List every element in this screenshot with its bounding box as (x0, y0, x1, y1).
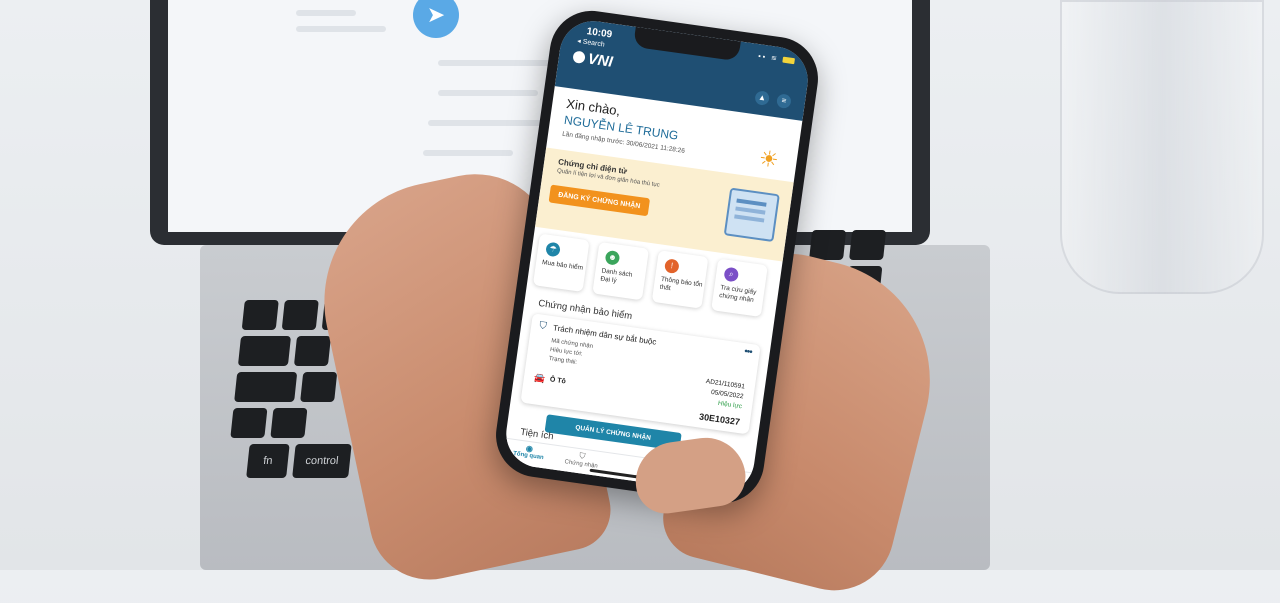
alert-icon: ! (663, 258, 680, 275)
battery-icon (782, 56, 795, 65)
license-plate: 30E10327 (698, 411, 741, 428)
sun-icon: ☀ (757, 145, 781, 173)
vni-logo: VNI (572, 48, 614, 71)
agent-icon: ☻ (604, 249, 621, 266)
status-icons: ▪▪ ≋ (758, 52, 795, 65)
brand-name: VNI (586, 50, 614, 71)
quick-action-label: Tra cứu giấy chứng nhận (718, 284, 757, 304)
fn-key: fn (246, 444, 290, 478)
vehicle-type: Ô Tô (549, 376, 567, 386)
quick-action-label: Mua bảo hiểm (541, 259, 584, 272)
phone-screen: 10:09 ◂ Search ▪▪ ≋ VNI ▲ ≡ Xin chào, NG… (501, 16, 813, 498)
quick-action-certificate-lookup[interactable]: ⌕ Tra cứu giấy chứng nhận (711, 258, 768, 318)
register-certificate-button[interactable]: ĐĂNG KÝ CHỨNG NHẬN (548, 184, 651, 217)
valid-until: 05/05/2022 (710, 388, 744, 401)
car-icon: 🚘 (533, 372, 546, 384)
notification-bell-icon[interactable]: ▲ (754, 90, 771, 106)
telegram-icon: ➤ (413, 0, 459, 38)
umbrella-icon: ☂ (545, 241, 561, 258)
control-key: control (292, 444, 352, 478)
greeting: Xin chào, NGUYỄN LÊ TRUNG Lần đăng nhập … (562, 96, 690, 155)
tab-overview[interactable]: ◉ Tổng quan (513, 442, 545, 461)
certificate-illustration-icon (723, 187, 780, 243)
water-glass (1060, 0, 1264, 294)
more-options-icon[interactable]: ••• (743, 346, 752, 358)
quick-action-label: Thông báo tổn thất (659, 275, 703, 293)
quick-action-agent-list[interactable]: ☻ Danh sách Đại lý (592, 241, 650, 301)
tab-certificates[interactable]: ⛉ Chứng nhận (564, 449, 599, 470)
vni-logo-mark-icon (572, 50, 586, 64)
quick-action-buy-insurance[interactable]: ☂ Mua bảo hiểm (532, 233, 590, 292)
menu-icon[interactable]: ≡ (776, 93, 792, 110)
field-label: Trạng thái: (548, 355, 578, 366)
status-value: Hiệu lực (717, 399, 743, 411)
quick-action-loss-report[interactable]: ! Thông báo tổn thất (651, 250, 709, 309)
quick-action-label: Danh sách Đại lý (599, 267, 633, 285)
shield-icon: ⛉ (538, 320, 548, 333)
search-icon: ⌕ (723, 266, 740, 283)
